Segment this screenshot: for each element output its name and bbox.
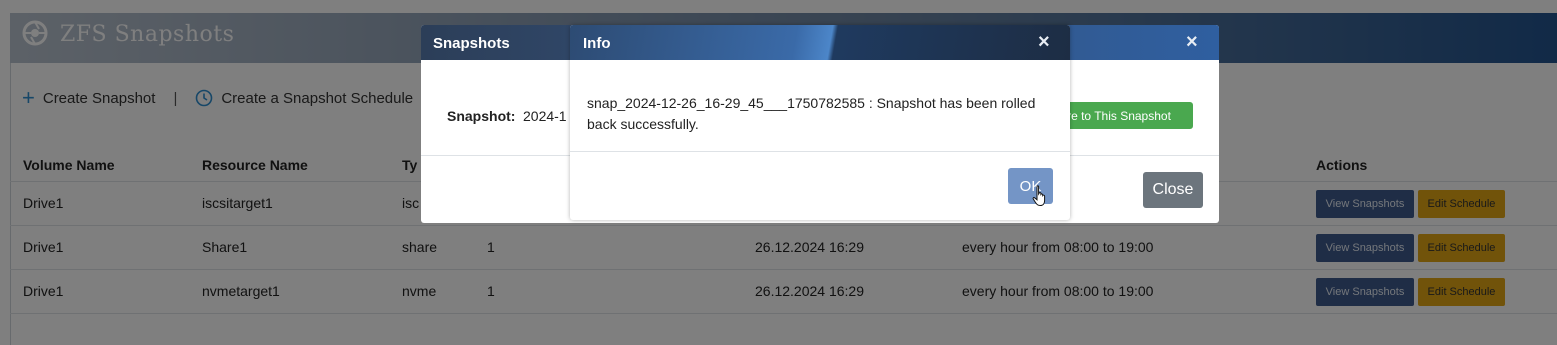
info-modal: Info × snap_2024-12-26_16-29_45___175078… bbox=[570, 25, 1070, 220]
snapshot-label: Snapshot: bbox=[447, 108, 516, 124]
modal-divider bbox=[570, 151, 1070, 152]
info-modal-title: Info bbox=[583, 35, 611, 52]
snapshot-value: 2024-1 bbox=[523, 108, 567, 124]
close-icon[interactable]: × bbox=[1038, 32, 1050, 52]
close-icon[interactable]: × bbox=[1186, 32, 1198, 52]
snapshots-modal-title: Snapshots bbox=[433, 35, 510, 52]
pointer-hand-icon bbox=[1032, 185, 1046, 207]
info-message: snap_2024-12-26_16-29_45___1750782585 : … bbox=[587, 95, 1036, 132]
info-modal-header bbox=[570, 25, 1070, 60]
close-button[interactable]: Close bbox=[1143, 172, 1203, 208]
